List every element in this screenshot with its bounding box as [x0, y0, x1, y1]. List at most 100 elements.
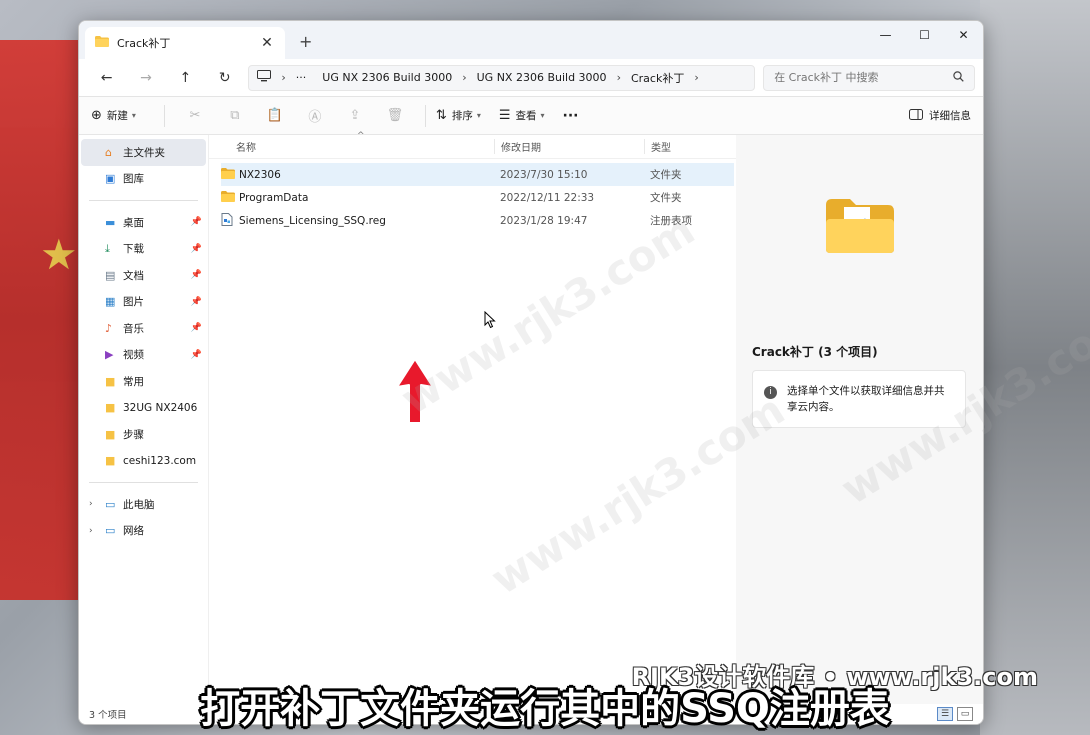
chevron-right-icon[interactable]: ›: [89, 499, 93, 509]
pin-icon[interactable]: 📌: [191, 297, 202, 307]
file-date: 2022/12/11 22:33: [500, 191, 595, 204]
sort-label: 排序: [451, 110, 473, 122]
sidebar-item-label: 桌面: [123, 216, 144, 229]
file-explorer-window: Crack补丁 ✕ + — ☐ ✕ ← → ↑ ↻ › ··· UG NX 23…: [78, 20, 984, 725]
gallery-icon: ▣: [105, 172, 116, 186]
file-row[interactable]: ProgramData 2022/12/11 22:33 文件夹: [221, 186, 734, 209]
up-button[interactable]: ↑: [166, 70, 205, 86]
search-input[interactable]: [774, 71, 954, 84]
file-date: 2023/1/28 19:47: [500, 214, 588, 227]
sidebar-divider: [89, 482, 198, 483]
forward-button[interactable]: →: [126, 70, 165, 86]
subtitle-caption: 打开补丁文件夹运行其中的SSQ注册表: [200, 686, 890, 732]
copy-icon[interactable]: ⧉: [215, 108, 255, 123]
search-icon[interactable]: [953, 70, 964, 85]
refresh-button[interactable]: ↻: [205, 70, 244, 86]
breadcrumb-item[interactable]: Crack补丁: [631, 70, 684, 86]
pin-icon[interactable]: 📌: [191, 350, 202, 360]
paste-icon[interactable]: 📋: [255, 108, 295, 123]
sort-ascending-icon: ^: [357, 131, 365, 141]
tab-close-icon[interactable]: ✕: [259, 35, 275, 51]
folder-icon: [221, 167, 239, 182]
chevron-down-icon: ▾: [131, 111, 136, 120]
column-header-date[interactable]: 修改日期: [494, 139, 644, 154]
maximize-button[interactable]: ☐: [905, 21, 944, 49]
view-button[interactable]: ☰ 查看 ▾: [499, 108, 545, 123]
sidebar-item-this-pc[interactable]: › ▭ 此电脑: [79, 491, 208, 518]
pin-icon[interactable]: 📌: [191, 323, 202, 333]
folder-icon: ■: [105, 454, 116, 468]
sidebar-item-gallery[interactable]: ▣ 图库: [79, 166, 208, 193]
sidebar-item-desktop[interactable]: ▬ 桌面 📌: [79, 209, 208, 236]
window-controls: — ☐ ✕: [866, 21, 983, 49]
sort-button[interactable]: ⇅ 排序 ▾: [436, 108, 481, 123]
sidebar-item-frequent[interactable]: ■ 常用: [79, 368, 208, 395]
sidebar-item-pictures[interactable]: ▦ 图片 📌: [79, 289, 208, 316]
toolbar-divider: [163, 104, 165, 127]
back-button[interactable]: ←: [87, 70, 126, 86]
navigation-bar: ← → ↑ ↻ › ··· UG NX 2306 Build 3000 › UG…: [79, 59, 983, 97]
sidebar-item-network[interactable]: › ▭ 网络: [79, 518, 208, 545]
red-arrow-annotation: [395, 357, 435, 428]
sidebar-item-downloads[interactable]: ⤓ 下载 📌: [79, 236, 208, 263]
file-date: 2023/7/30 15:10: [500, 168, 588, 181]
large-folder-icon: [824, 197, 896, 258]
column-headers: ^ 名称 修改日期 类型: [209, 131, 736, 159]
sidebar-item-label: 此电脑: [123, 498, 155, 511]
navigation-pane: ⌂ 主文件夹 ▣ 图库 ▬ 桌面 📌 ⤓ 下载 📌 ▤ 文档 📌 ▦ 图片 📌 …: [79, 135, 209, 705]
sidebar-divider: [89, 200, 198, 201]
chevron-down-icon: ▾: [476, 111, 481, 120]
sidebar-item-videos[interactable]: ▶ 视频 📌: [79, 342, 208, 369]
column-header-name[interactable]: ^ 名称: [209, 131, 494, 154]
sidebar-item-label: 视频: [123, 349, 144, 362]
download-icon: ⤓: [105, 241, 110, 255]
share-icon[interactable]: ⇪: [335, 108, 375, 123]
sidebar-item-documents[interactable]: ▤ 文档 📌: [79, 262, 208, 289]
chevron-right-icon[interactable]: ›: [89, 526, 93, 536]
file-name: NX2306: [239, 168, 281, 181]
sidebar-item-home[interactable]: ⌂ 主文件夹: [81, 139, 206, 166]
active-tab[interactable]: Crack补丁 ✕: [85, 27, 285, 59]
sidebar-item-music[interactable]: ♪ 音乐 📌: [79, 315, 208, 342]
info-icon: i: [764, 386, 777, 399]
sidebar-item-label: 32UG NX2406: [123, 401, 198, 414]
sidebar-item-steps[interactable]: ■ 步骤: [79, 421, 208, 448]
sidebar-item-ceshi123[interactable]: ■ ceshi123.com: [79, 448, 208, 475]
file-row[interactable]: Siemens_Licensing_SSQ.reg 2023/1/28 19:4…: [221, 209, 734, 232]
sidebar-item-label: 图片: [123, 296, 144, 309]
sidebar-item-32ug-nx2406[interactable]: ■ 32UG NX2406: [79, 395, 208, 422]
column-header-label: 类型: [651, 143, 671, 154]
chevron-right-icon: ›: [281, 71, 286, 84]
more-options-button[interactable]: ···: [563, 108, 579, 124]
cut-icon[interactable]: ✂: [175, 108, 215, 123]
pin-icon[interactable]: 📌: [191, 217, 202, 227]
details-pane-button[interactable]: 详细信息: [909, 108, 971, 123]
minimize-button[interactable]: —: [866, 21, 905, 49]
background-right: [980, 0, 1090, 735]
pin-icon[interactable]: 📌: [191, 244, 202, 254]
sidebar-item-label: 网络: [123, 525, 144, 538]
details-pane-icon: [909, 108, 923, 123]
details-info-text: 选择单个文件以获取详细信息并共享云内容。: [787, 385, 945, 413]
column-header-label: 修改日期: [501, 143, 541, 154]
close-button[interactable]: ✕: [944, 21, 983, 49]
chevron-right-icon[interactable]: ›: [694, 71, 698, 84]
address-bar[interactable]: › ··· UG NX 2306 Build 3000 › UG NX 2306…: [248, 64, 756, 91]
delete-icon[interactable]: 🗑: [375, 108, 415, 123]
file-row[interactable]: NX2306 2023/7/30 15:10 文件夹: [221, 163, 734, 186]
column-header-type[interactable]: 类型: [644, 139, 736, 154]
rename-icon[interactable]: Ⓐ: [295, 106, 335, 125]
breadcrumb-ellipsis[interactable]: ···: [296, 71, 307, 84]
background-flag: ★: [0, 40, 90, 600]
chevron-right-icon: ›: [462, 71, 467, 84]
column-header-label: 名称: [236, 143, 256, 154]
chevron-right-icon: ›: [616, 71, 621, 84]
sidebar-item-label: 常用: [123, 375, 144, 388]
breadcrumb-item[interactable]: UG NX 2306 Build 3000: [322, 71, 452, 84]
file-name: ProgramData: [239, 191, 309, 204]
new-tab-button[interactable]: +: [299, 32, 312, 51]
breadcrumb-item[interactable]: UG NX 2306 Build 3000: [477, 71, 607, 84]
pin-icon[interactable]: 📌: [191, 270, 202, 280]
new-button[interactable]: ⊕ 新建 ▾: [91, 108, 136, 123]
sidebar-item-label: 主文件夹: [123, 146, 165, 159]
